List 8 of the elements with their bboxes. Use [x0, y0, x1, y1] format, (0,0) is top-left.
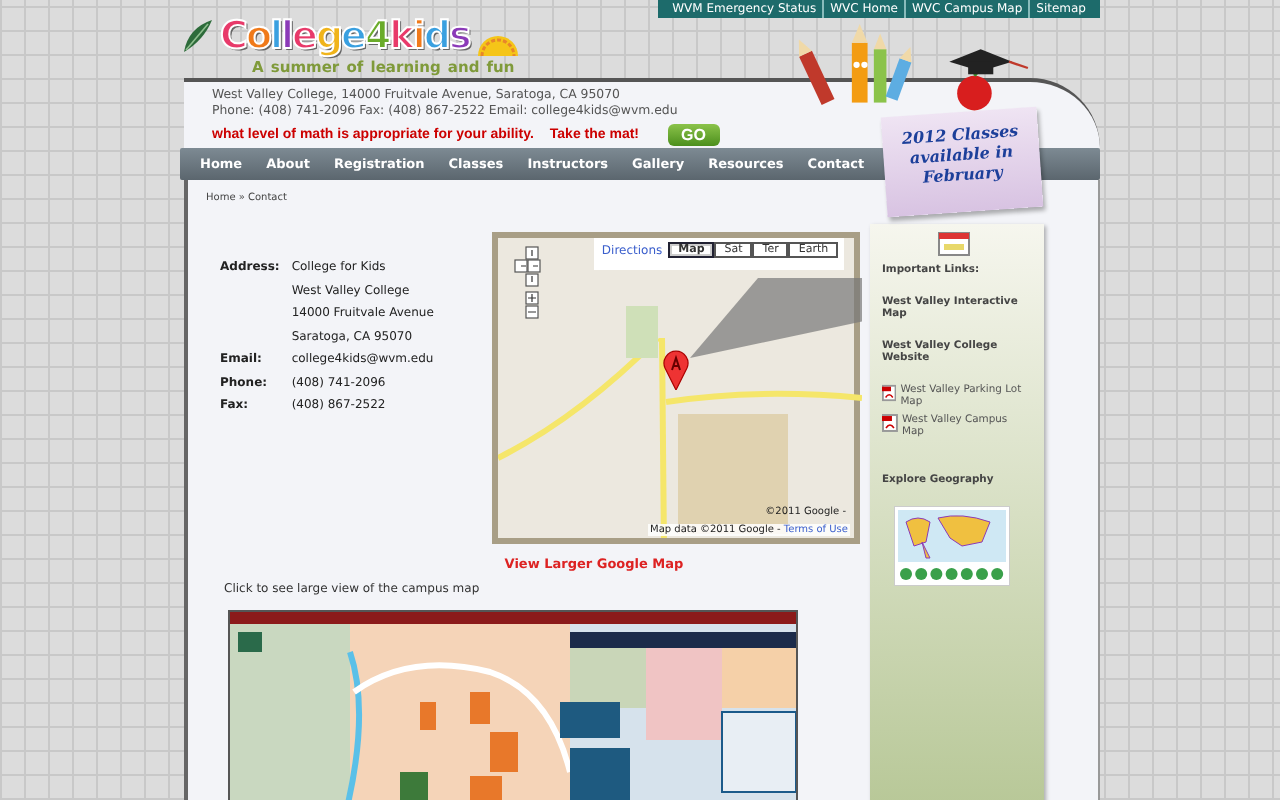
pdf-icon	[882, 414, 898, 432]
site-logo[interactable]: College4kids	[220, 18, 470, 56]
map-marker-icon	[661, 350, 690, 390]
map-pan-zoom-icon	[513, 246, 542, 320]
pdf-icon	[882, 384, 897, 402]
calendar-icon	[938, 232, 970, 256]
world-map-picture[interactable]	[894, 506, 1010, 586]
campus-map-drawing[interactable]	[228, 610, 798, 800]
